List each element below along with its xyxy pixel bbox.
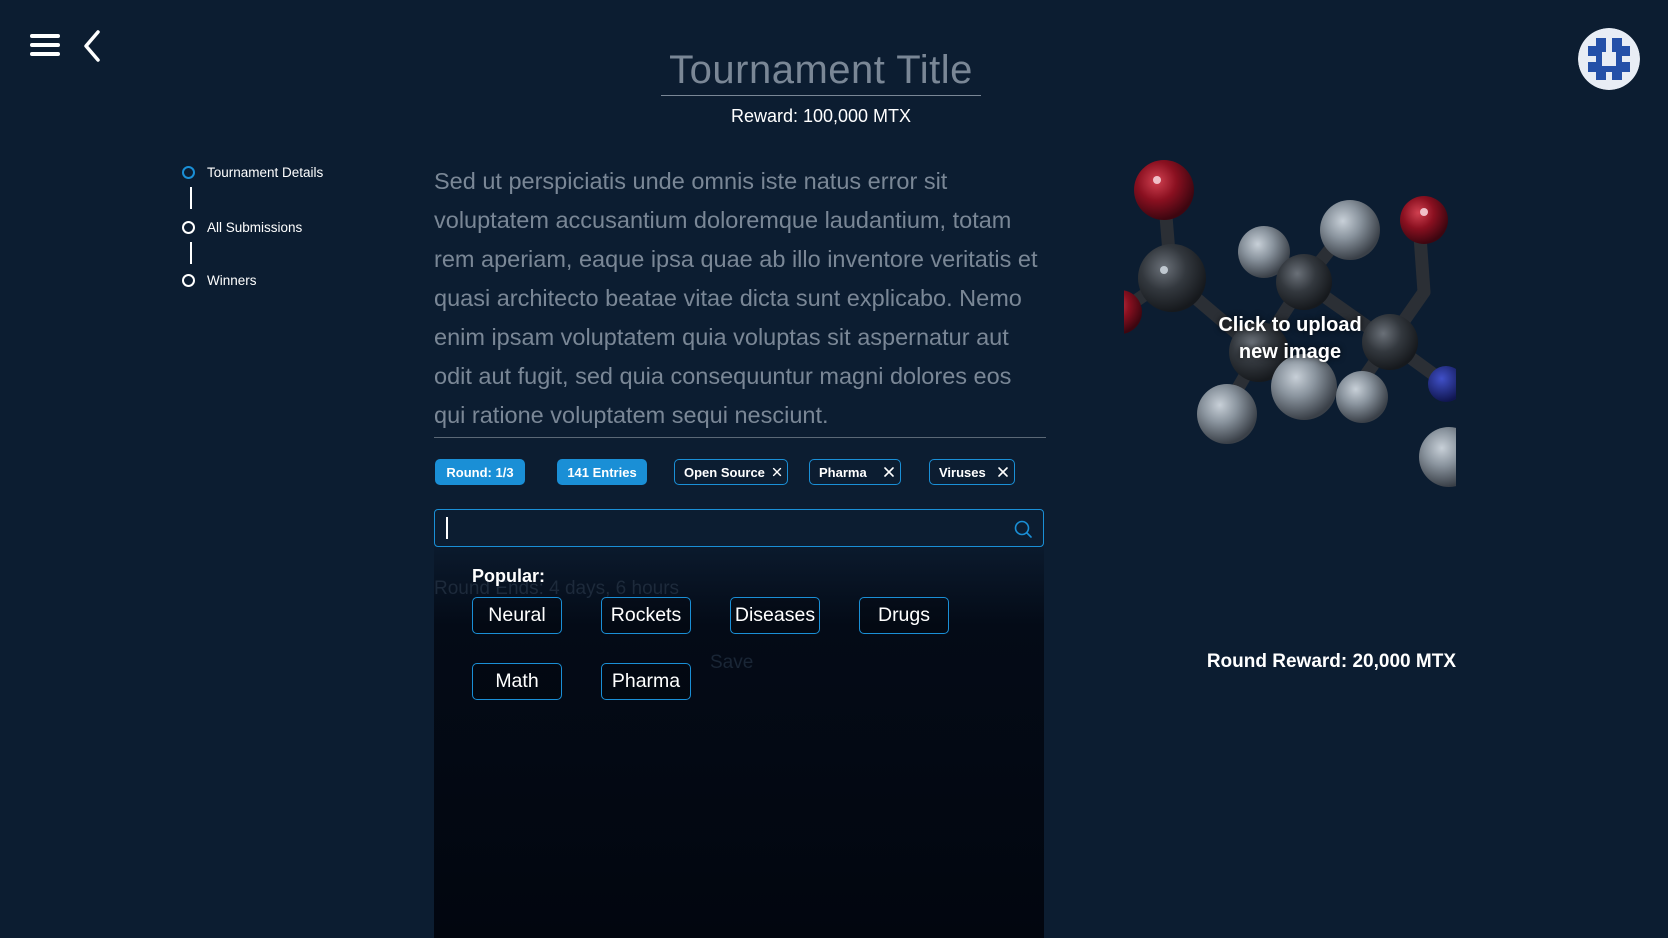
step-label: Winners xyxy=(207,272,257,288)
step-indicator-icon xyxy=(182,273,195,287)
step-winners[interactable]: Winners xyxy=(182,269,257,291)
popular-label: Popular: xyxy=(472,566,546,586)
close-icon[interactable] xyxy=(771,465,783,479)
round-reward: Round Reward: 20,000 MTX xyxy=(1206,651,1456,672)
search-field[interactable] xyxy=(434,509,1044,547)
save-button: Save xyxy=(710,652,754,673)
step-all-submissions[interactable]: All Submissions xyxy=(182,216,302,238)
close-icon[interactable] xyxy=(996,465,1010,479)
back-chevron-icon[interactable] xyxy=(78,28,108,64)
tournament-reward: Reward: 100,000 MTX xyxy=(730,106,912,126)
popular-tag-math[interactable]: Math xyxy=(472,663,562,700)
image-upload-area[interactable]: Click to upload new image xyxy=(1124,152,1456,492)
tag-chip-label: Pharma xyxy=(819,464,867,480)
popular-tag-pharma[interactable]: Pharma xyxy=(601,663,691,700)
tournament-title[interactable]: Tournament Title xyxy=(661,48,981,96)
search-input[interactable] xyxy=(445,516,1009,542)
step-tournament-details[interactable]: Tournament Details xyxy=(182,161,323,183)
round-chip: Round: 1/3 xyxy=(435,459,525,485)
step-indicator-icon xyxy=(182,220,195,234)
tag-chip-pharma: Pharma xyxy=(809,459,901,485)
tag-chip-label: Viruses xyxy=(939,464,986,480)
close-icon[interactable] xyxy=(882,465,896,479)
search-icon[interactable] xyxy=(1013,519,1033,539)
step-indicator-active-icon xyxy=(182,165,195,179)
upload-label-line1: Click to upload xyxy=(1218,314,1362,336)
popular-tag-neural[interactable]: Neural xyxy=(472,597,562,634)
entries-chip: 141 Entries xyxy=(557,459,647,485)
tag-chip-viruses: Viruses xyxy=(929,459,1015,485)
step-label: Tournament Details xyxy=(207,164,324,180)
upload-label-line2: new image xyxy=(1238,341,1342,363)
step-connector xyxy=(190,187,192,209)
tag-chip-open-source: Open Source xyxy=(674,459,788,485)
tag-chip-label: Open Source xyxy=(684,464,765,480)
step-label: All Submissions xyxy=(207,219,303,235)
description-field[interactable]: Sed ut perspiciatis unde omnis iste natu… xyxy=(434,162,1046,438)
popular-tag-rockets[interactable]: Rockets xyxy=(601,597,691,634)
text-caret xyxy=(446,517,448,539)
title-container: Tournament Title xyxy=(560,48,1082,96)
step-connector xyxy=(190,242,192,264)
upload-label: Click to upload new image xyxy=(1124,312,1456,366)
user-avatar-icon[interactable] xyxy=(1578,28,1640,90)
tournament-description: Sed ut perspiciatis unde omnis iste natu… xyxy=(434,168,1038,428)
popular-tag-diseases[interactable]: Diseases xyxy=(730,597,820,634)
popular-tag-drugs[interactable]: Drugs xyxy=(859,597,949,634)
hamburger-menu-icon[interactable] xyxy=(28,30,64,62)
